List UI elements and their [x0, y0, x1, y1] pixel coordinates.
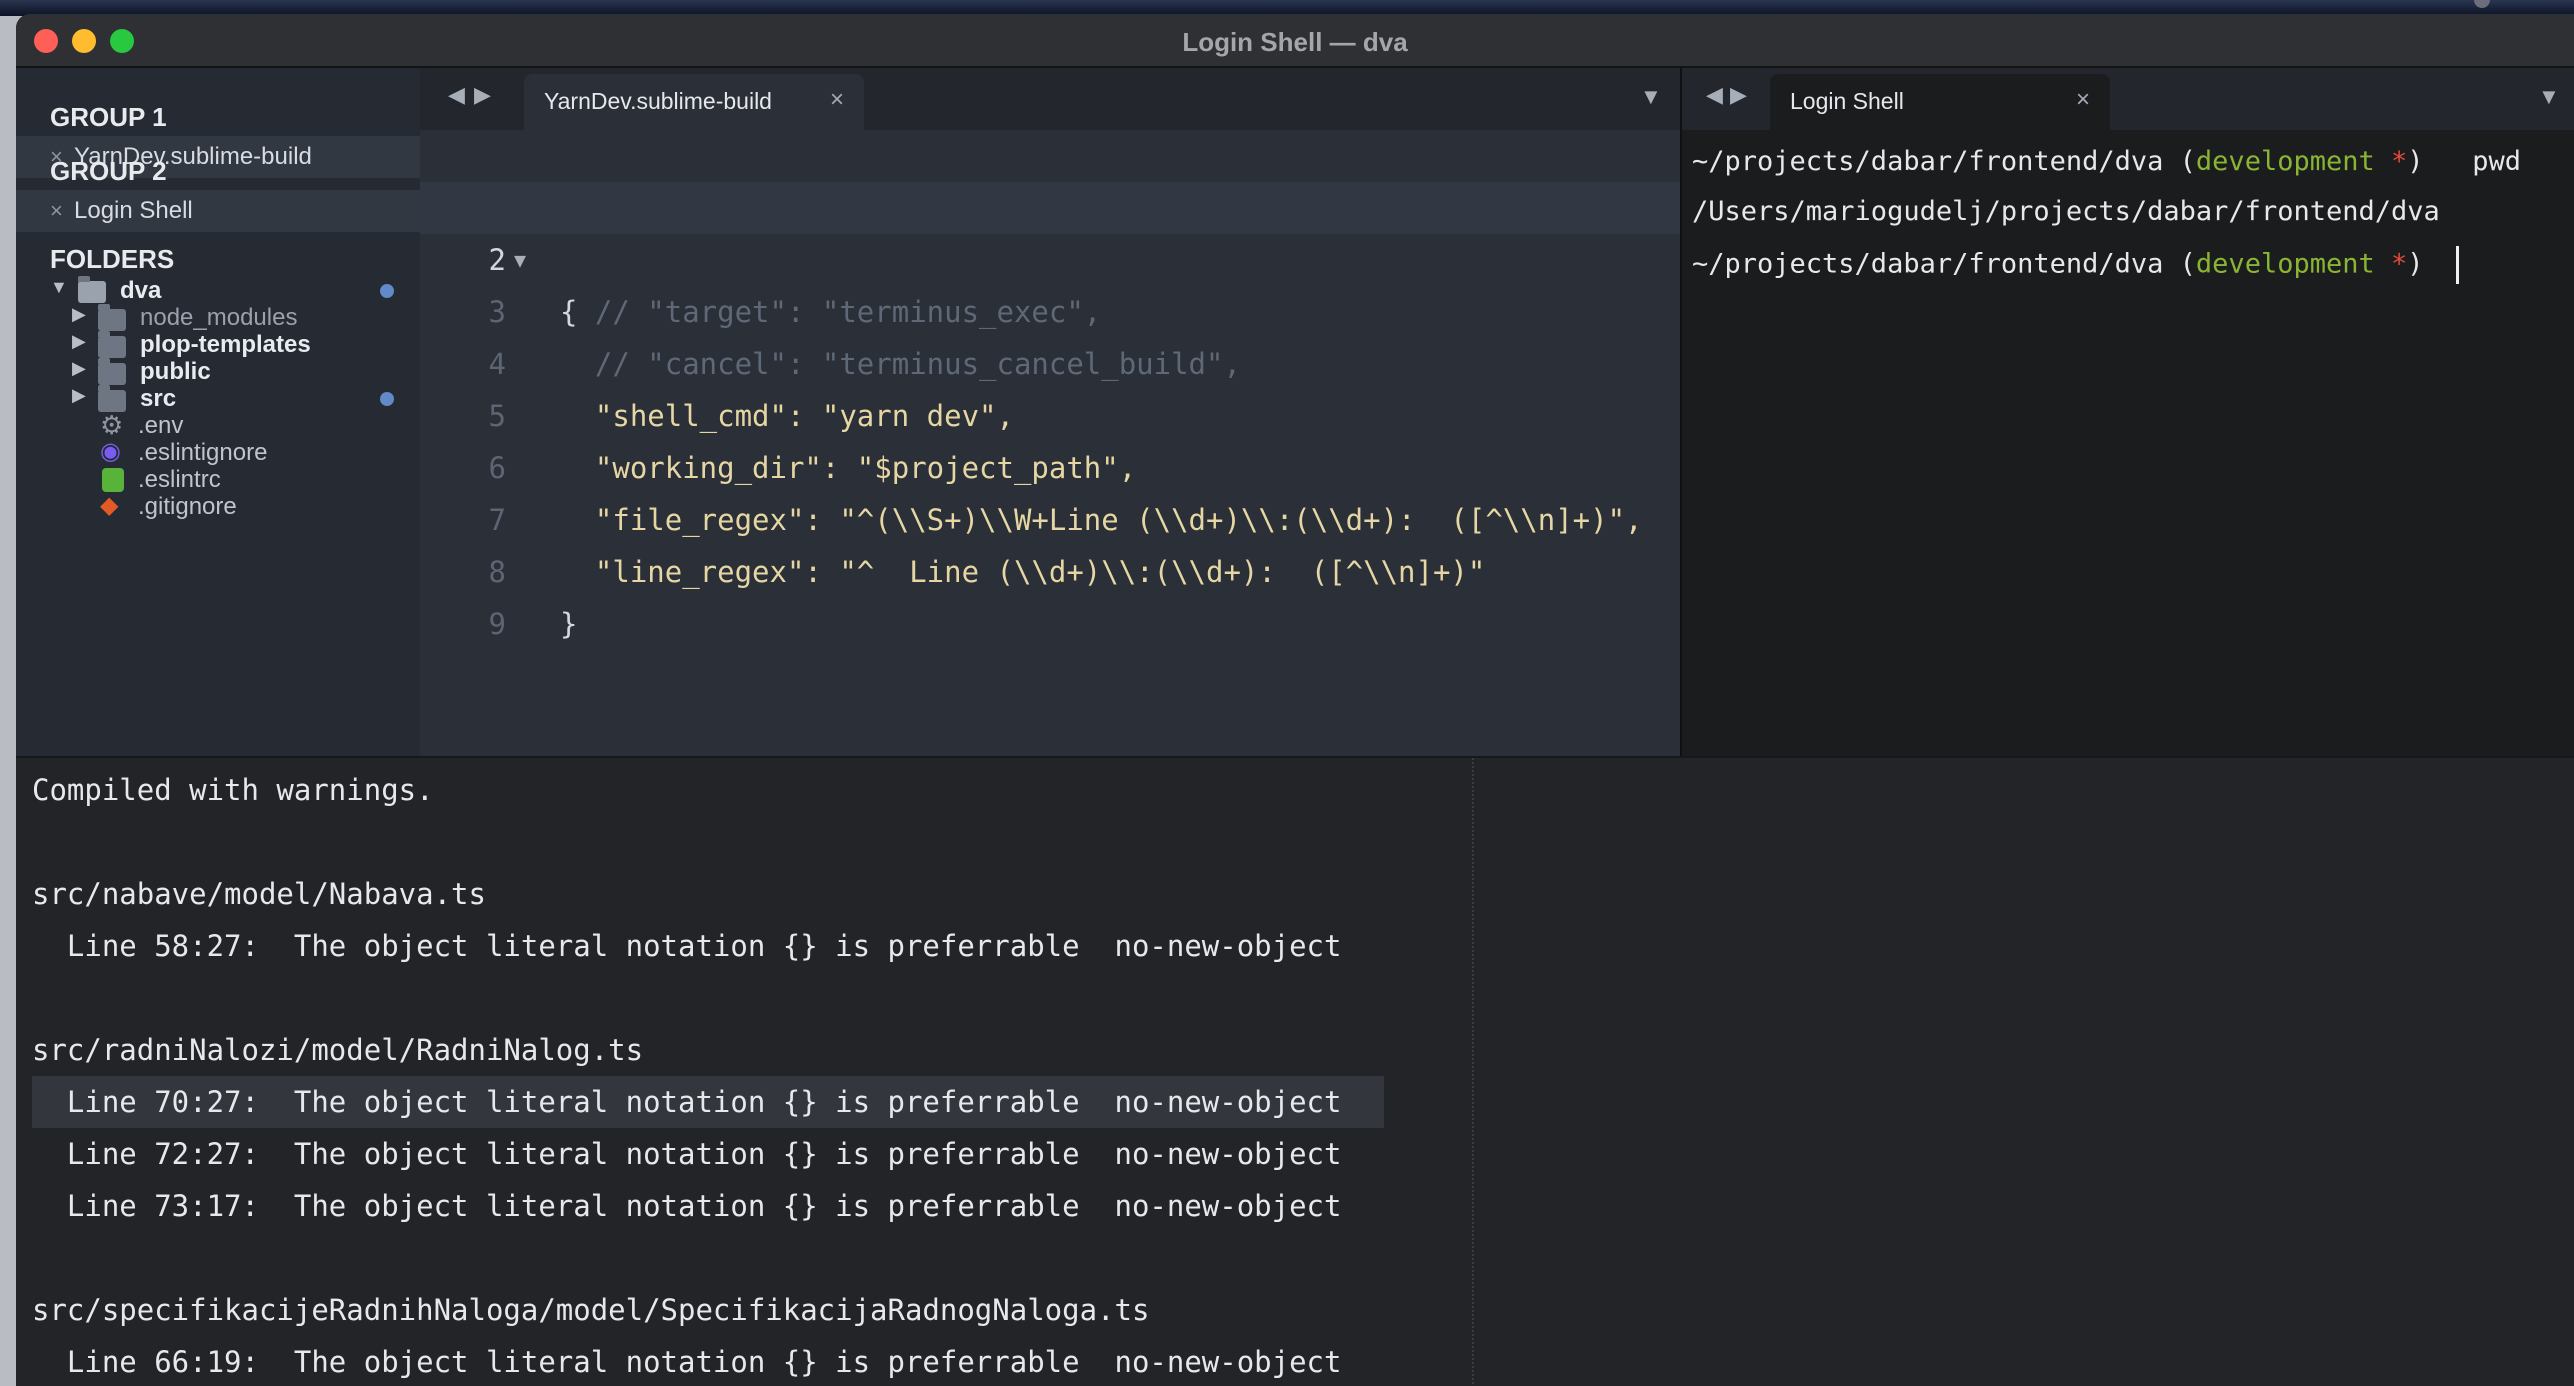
- open-file-login-shell[interactable]: × Login Shell: [16, 190, 420, 232]
- tab-dropdown-icon[interactable]: ▼: [1640, 84, 1662, 110]
- terminal-prompt-line: ~/projects/dabar/frontend/dva (developme…: [1692, 246, 2460, 284]
- app-window: Login Shell — dva GROUP 1 × YarnDev.subl…: [16, 14, 2574, 1386]
- editor-tab-bar: ◀ ▶ YarnDev.sublime-build × ▼: [420, 68, 1680, 130]
- code-line[interactable]: 5 "working_dir": "$project_path",: [420, 338, 1680, 485]
- window-title: Login Shell — dva: [1182, 27, 1408, 57]
- caret-right-icon[interactable]: ▶: [72, 331, 86, 352]
- code-editor[interactable]: 1 ▼ { 2 // "target": "terminus_exec", 3 …: [420, 130, 1680, 756]
- tab-label: YarnDev.sublime-build: [544, 88, 772, 114]
- output-line: Compiled with warnings.: [32, 773, 434, 807]
- code-line[interactable]: 6 "file_regex": "^(\\S+)\\W+Line (\\d+)\…: [420, 390, 1680, 537]
- git-branch: development: [2195, 248, 2375, 280]
- caret-right-icon[interactable]: ▶: [72, 358, 86, 379]
- output-file-path[interactable]: src/specifikacijeRadnihNaloga/model/Spec…: [32, 1284, 1149, 1336]
- terminal-output-line: /Users/mariogudelj/projects/dabar/fronte…: [1692, 196, 2440, 227]
- line-number: 9: [488, 607, 506, 641]
- code-line[interactable]: 3 // "cancel": "terminus_cancel_build",: [420, 234, 1680, 381]
- output-file-path[interactable]: src/nabave/model/Nabava.ts: [32, 868, 486, 920]
- git-branch: development: [2195, 146, 2375, 177]
- code-line[interactable]: 7 "line_regex": "^ Line (\\d+)\\:(\\d+):…: [420, 442, 1680, 589]
- menu-bar-indicator: [2474, 0, 2490, 8]
- output-file-path[interactable]: src/radniNalozi/model/RadniNalog.ts: [32, 1024, 643, 1076]
- code-line-current[interactable]: 2 // "target": "terminus_exec",: [420, 182, 1680, 329]
- group-1-heading: GROUP 1: [50, 102, 167, 132]
- sidebar: GROUP 1 × YarnDev.sublime-build GROUP 2 …: [16, 68, 420, 756]
- prompt-path: ~/projects/dabar/frontend/dva: [1692, 146, 2164, 177]
- terminal-pane[interactable]: ~/projects/dabar/frontend/dva (developme…: [1682, 130, 2574, 756]
- modified-indicator: [380, 284, 394, 298]
- git-icon: ◆: [100, 492, 119, 519]
- caret-right-icon[interactable]: ▶: [72, 304, 86, 325]
- tab-nav-forward-icon[interactable]: ▶: [474, 82, 491, 108]
- sidebar-item-label: .gitignore: [138, 493, 237, 520]
- text-cursor: [2456, 246, 2460, 284]
- caret-down-icon[interactable]: ▼: [50, 277, 68, 298]
- build-output-panel[interactable]: Compiled with warnings. src/nabave/model…: [16, 756, 2574, 1386]
- tab-dropdown-icon[interactable]: ▼: [2538, 84, 2560, 110]
- modified-indicator: [380, 392, 394, 406]
- group-2-heading: GROUP 2: [50, 156, 167, 186]
- close-icon[interactable]: ×: [2076, 86, 2090, 114]
- terminal-prompt-line: ~/projects/dabar/frontend/dva (developme…: [1692, 146, 2522, 177]
- output-warning-line[interactable]: Line 73:17: The object literal notation …: [32, 1180, 1342, 1232]
- caret-right-icon[interactable]: ▶: [72, 385, 86, 406]
- tab-nav-back-icon[interactable]: ◀: [1706, 82, 1723, 108]
- output-warning-line[interactable]: Line 66:19: The object literal notation …: [32, 1336, 1342, 1386]
- tab-nav-forward-icon[interactable]: ▶: [1730, 82, 1747, 108]
- terminal-command: pwd: [2472, 146, 2522, 177]
- code-line[interactable]: 1 ▼ {: [420, 130, 1680, 329]
- git-dirty-marker: *: [2391, 146, 2408, 177]
- output-warning-line[interactable]: Line 58:27: The object literal notation …: [32, 920, 1342, 972]
- close-icon[interactable]: ×: [830, 86, 844, 114]
- code-line[interactable]: 9: [420, 546, 1680, 641]
- open-file-label: Login Shell: [74, 197, 193, 224]
- code-line[interactable]: 4 "shell_cmd": "yarn dev",: [420, 286, 1680, 433]
- close-icon[interactable]: ×: [50, 198, 63, 224]
- output-warning-line-selected[interactable]: Line 70:27: The object literal notation …: [32, 1076, 1384, 1128]
- tab-login-shell[interactable]: Login Shell ×: [1770, 74, 2110, 130]
- prompt-path: ~/projects/dabar/frontend/dva: [1692, 248, 2164, 280]
- title-bar[interactable]: Login Shell — dva: [16, 14, 2574, 68]
- code-line[interactable]: 8 }: [420, 494, 1680, 641]
- output-warning-line[interactable]: Line 72:27: The object literal notation …: [32, 1128, 1342, 1180]
- terminal-tab-bar: ◀ ▶ Login Shell × ▼: [1682, 68, 2574, 130]
- ruler-guide: [1472, 758, 1474, 1386]
- sidebar-item-gitignore[interactable]: ◆ .gitignore: [16, 486, 420, 526]
- tab-yarndev[interactable]: YarnDev.sublime-build ×: [524, 74, 864, 130]
- code-text: }: [560, 607, 578, 641]
- git-dirty-marker: *: [2391, 248, 2408, 280]
- tab-label: Login Shell: [1790, 88, 1904, 114]
- tab-nav-back-icon[interactable]: ◀: [448, 82, 465, 108]
